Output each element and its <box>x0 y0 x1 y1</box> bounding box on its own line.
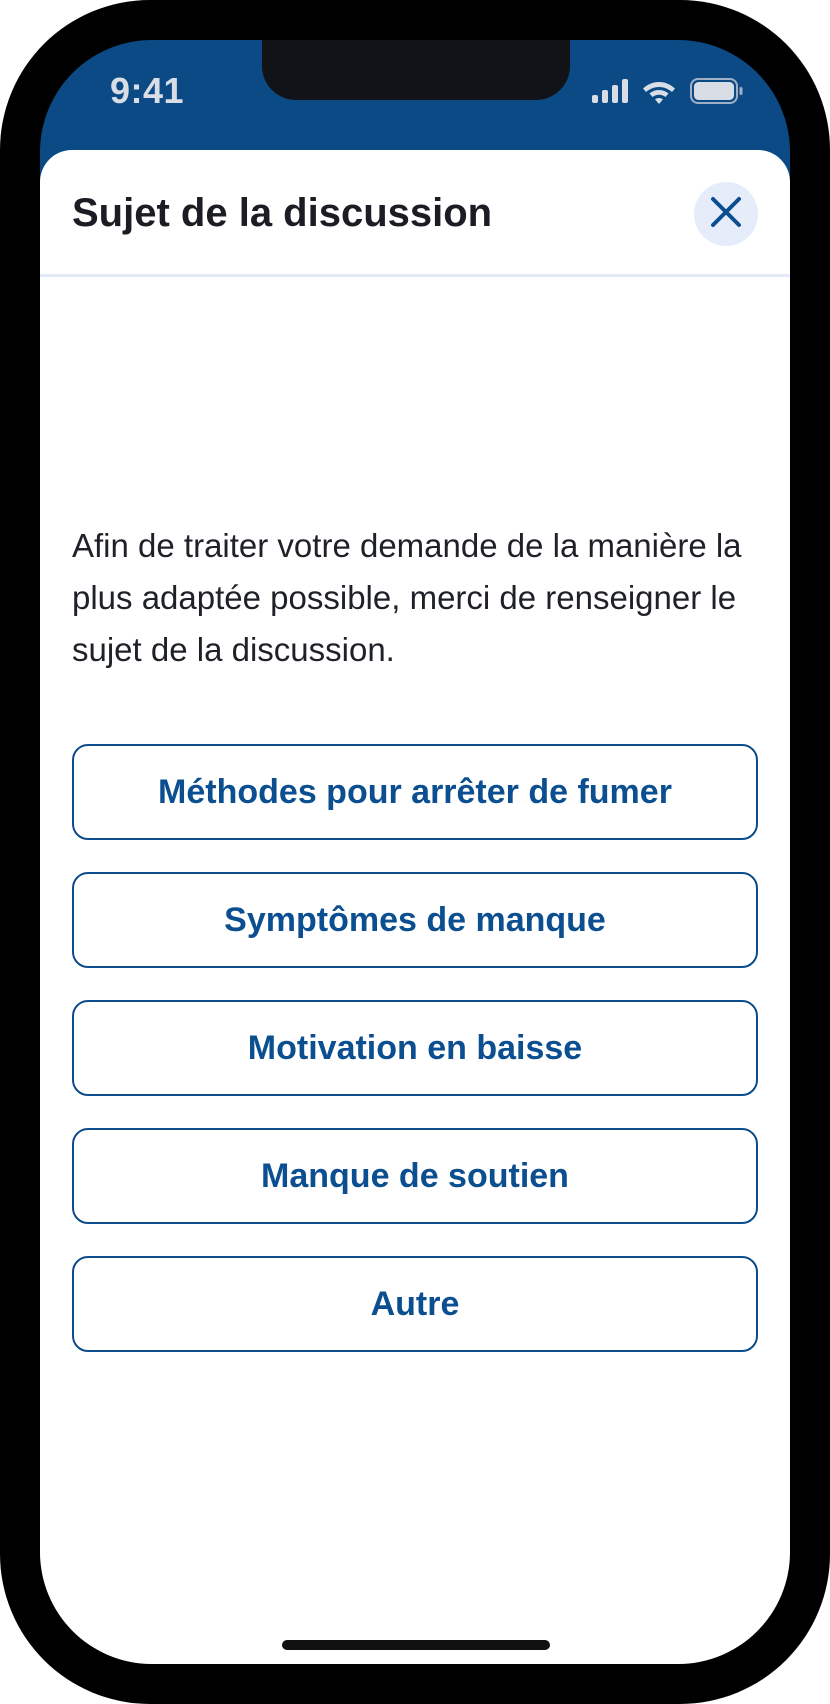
battery-icon <box>690 77 744 109</box>
topic-option-symptomes[interactable]: Symptômes de manque <box>72 872 758 968</box>
close-button[interactable] <box>694 182 758 246</box>
intro-text: Afin de traiter votre demande de la mani… <box>72 527 742 668</box>
home-indicator[interactable] <box>282 1640 550 1650</box>
topic-option-motivation[interactable]: Motivation en baisse <box>72 1000 758 1096</box>
sheet-header: Sujet de la discussion <box>40 150 790 277</box>
topic-options: Méthodes pour arrêter de fumer Symptômes… <box>72 744 758 1352</box>
status-time: 9:41 <box>110 70 185 111</box>
topic-option-autre[interactable]: Autre <box>72 1256 758 1352</box>
wifi-icon <box>642 78 676 109</box>
status-icons <box>592 77 744 109</box>
cellular-signal-icon <box>592 78 628 108</box>
notch <box>262 40 570 100</box>
topic-option-soutien[interactable]: Manque de soutien <box>72 1128 758 1224</box>
status-bar: 9:41 <box>40 40 790 150</box>
close-icon <box>709 195 743 234</box>
phone-frame: 9:41 Sujet de la discussion Afin de trai… <box>0 0 830 1704</box>
bottom-sheet: Sujet de la discussion Afin de traiter v… <box>40 150 790 1664</box>
phone-screen: 9:41 Sujet de la discussion Afin de trai… <box>40 40 790 1664</box>
topic-option-methodes[interactable]: Méthodes pour arrêter de fumer <box>72 744 758 840</box>
sheet-title: Sujet de la discussion <box>72 191 493 235</box>
